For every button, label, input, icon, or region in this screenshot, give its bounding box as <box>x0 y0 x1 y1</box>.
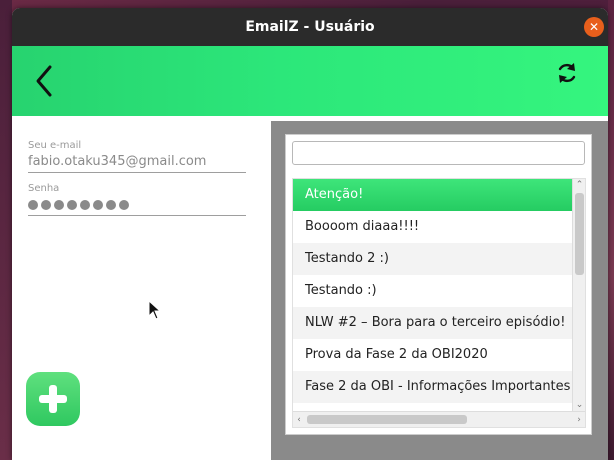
scroll-right-icon[interactable]: › <box>573 412 585 427</box>
close-button[interactable]: ✕ <box>584 17 604 37</box>
list-item[interactable]: Testando :) <box>293 275 572 307</box>
email-field[interactable]: fabio.otaku345@gmail.com <box>28 152 246 173</box>
password-dot <box>67 200 77 210</box>
list-item[interactable]: Fase 2 da OBI - Informações Importantes <box>293 371 572 403</box>
search-input[interactable] <box>292 141 585 165</box>
back-arrow-icon <box>36 65 52 97</box>
app-header <box>12 46 608 116</box>
password-dot <box>119 200 129 210</box>
refresh-button[interactable] <box>554 60 580 86</box>
messages-panel: Atenção! Boooom diaaa!!!! Testando 2 :) … <box>271 121 608 460</box>
vertical-scrollbar[interactable]: ⌃ ⌄ <box>572 179 585 411</box>
scroll-left-icon[interactable]: ‹ <box>293 412 305 427</box>
list-item[interactable]: Testando 2 :) <box>293 243 572 275</box>
title-bar[interactable]: EmailZ - Usuário ✕ <box>12 8 608 46</box>
mouse-pointer-icon <box>148 300 162 320</box>
vertical-scroll-thumb[interactable] <box>575 193 584 275</box>
back-button[interactable] <box>30 61 60 101</box>
list-item[interactable]: Atenção! <box>293 179 572 211</box>
list-item[interactable]: Prova da Fase 2 da OBI2020 <box>293 339 572 371</box>
scroll-down-icon[interactable]: ⌄ <box>573 399 585 411</box>
desktop-background-right <box>608 0 614 460</box>
app-window: EmailZ - Usuário ✕ Seu e-mail fabio.otak… <box>12 8 608 460</box>
password-dot <box>54 200 64 210</box>
list-item[interactable]: Boooom diaaa!!!! <box>293 211 572 243</box>
horizontal-scrollbar[interactable]: ‹ › <box>293 411 585 427</box>
plus-icon <box>39 385 67 413</box>
horizontal-scroll-thumb[interactable] <box>307 415 467 424</box>
password-label: Senha <box>28 183 60 194</box>
close-icon: ✕ <box>588 20 600 34</box>
password-field[interactable] <box>28 195 246 216</box>
password-dot <box>28 200 38 210</box>
window-title: EmailZ - Usuário <box>245 19 375 35</box>
password-dot <box>93 200 103 210</box>
message-list: Atenção! Boooom diaaa!!!! Testando 2 :) … <box>292 178 586 428</box>
messages-panel-inner: Atenção! Boooom diaaa!!!! Testando 2 :) … <box>285 134 592 435</box>
add-button[interactable] <box>26 372 80 426</box>
login-form: Seu e-mail fabio.otaku345@gmail.com Senh… <box>28 140 248 216</box>
email-label: Seu e-mail <box>28 140 82 151</box>
scroll-up-icon[interactable]: ⌃ <box>573 179 585 191</box>
desktop-background-left <box>0 0 12 460</box>
refresh-icon <box>558 63 576 83</box>
password-dot <box>80 200 90 210</box>
list-item[interactable]: NLW #2 – Bora para o terceiro episódio! <box>293 307 572 339</box>
password-dot <box>41 200 51 210</box>
password-dot <box>106 200 116 210</box>
